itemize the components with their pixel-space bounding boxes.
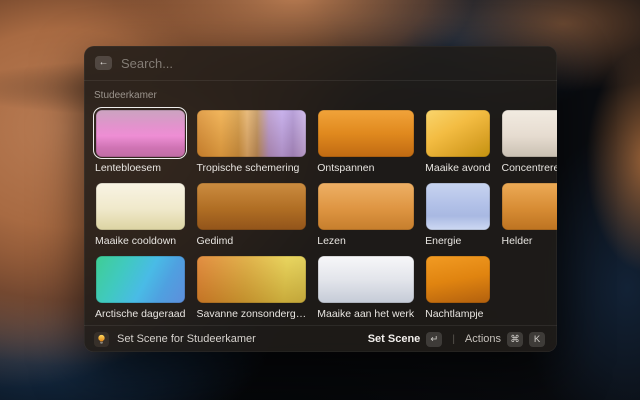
scene-label: Gedimd xyxy=(196,235,306,247)
scene-thumbnail xyxy=(197,183,306,230)
scene-card[interactable]: Maaike avond xyxy=(423,107,492,176)
action-bar: Set Scene for Studeerkamer Set Scene ↵ |… xyxy=(84,325,557,352)
scene-thumbnail xyxy=(502,183,557,230)
scene-card[interactable]: Gedimd xyxy=(194,180,308,249)
scene-selection-ring xyxy=(315,107,416,159)
scene-thumbnail xyxy=(426,183,490,230)
scene-thumbnail xyxy=(502,110,557,157)
scene-picker-window: ← Studeerkamer Lentebloesem Tropische sc… xyxy=(84,46,557,352)
scene-card[interactable]: Savanne zonsonderg… xyxy=(194,253,308,322)
scene-card[interactable]: Maaike cooldown xyxy=(93,180,187,249)
scene-selection-ring xyxy=(315,180,416,232)
actions-button[interactable]: Actions ⌘ K xyxy=(463,330,547,349)
search-input[interactable] xyxy=(121,56,546,71)
scene-selection-ring xyxy=(93,180,187,232)
scene-selection-ring xyxy=(194,180,308,232)
scene-card[interactable]: Energie xyxy=(423,180,492,249)
scene-selection-ring xyxy=(423,253,492,305)
scene-label: Ontspannen xyxy=(317,162,414,174)
scene-card[interactable]: Maaike aan het werk xyxy=(315,253,416,322)
scene-card[interactable]: Tropische schemering xyxy=(194,107,308,176)
scene-thumbnail xyxy=(96,183,185,230)
return-key-icon: ↵ xyxy=(426,332,442,347)
scene-card[interactable]: Helder xyxy=(500,180,558,249)
scene-label: Maaike avond xyxy=(425,162,490,174)
scene-label: Tropische schemering xyxy=(196,162,306,174)
scene-thumbnail xyxy=(318,183,414,230)
scene-selection-ring xyxy=(315,253,416,305)
scene-selection-ring xyxy=(423,107,492,159)
section-title: Studeerkamer xyxy=(94,90,547,101)
scene-card[interactable]: Concentreren xyxy=(500,107,558,176)
scene-selection-ring xyxy=(423,180,492,232)
actions-label: Actions xyxy=(465,333,501,345)
scene-label: Concentreren xyxy=(502,162,558,174)
scene-label: Lentebloesem xyxy=(95,162,185,174)
scene-selection-ring xyxy=(500,107,558,159)
scene-card[interactable]: Ontspannen xyxy=(315,107,416,176)
scene-thumbnail xyxy=(318,256,414,303)
scene-selection-ring xyxy=(194,107,308,159)
scene-selection-ring xyxy=(194,253,308,305)
command-key-icon: ⌘ xyxy=(507,332,523,347)
scene-label: Maaike cooldown xyxy=(95,235,185,247)
scene-thumbnail xyxy=(197,256,306,303)
scene-card[interactable]: Lentebloesem xyxy=(93,107,187,176)
scene-thumbnail xyxy=(96,110,185,157)
scene-card[interactable]: Nachtlampje xyxy=(423,253,492,322)
set-scene-button[interactable]: Set Scene ↵ xyxy=(366,330,445,349)
scene-thumbnail xyxy=(96,256,185,303)
results-area: Studeerkamer Lentebloesem Tropische sche… xyxy=(84,81,557,325)
scene-selection-ring xyxy=(93,253,187,305)
scene-thumbnail xyxy=(197,110,306,157)
scene-card[interactable]: Lezen xyxy=(315,180,416,249)
scene-label: Energie xyxy=(425,235,490,247)
scene-thumbnail xyxy=(426,110,490,157)
scene-label: Nachtlampje xyxy=(425,308,490,320)
search-bar: ← xyxy=(84,46,557,81)
lightbulb-icon xyxy=(94,332,109,347)
arrow-left-icon: ← xyxy=(99,56,109,70)
scene-grid: Lentebloesem Tropische schemering Ontspa… xyxy=(93,107,548,322)
scene-label: Arctische dageraad xyxy=(95,308,185,320)
footer-divider: | xyxy=(452,334,455,345)
scene-selection-ring xyxy=(93,107,187,159)
scene-card[interactable]: Arctische dageraad xyxy=(93,253,187,322)
scene-thumbnail xyxy=(318,110,414,157)
k-key-icon: K xyxy=(529,332,545,347)
status-text: Set Scene for Studeerkamer xyxy=(117,333,256,345)
scene-label: Maaike aan het werk xyxy=(317,308,414,320)
scene-selection-ring xyxy=(500,180,558,232)
back-button[interactable]: ← xyxy=(95,56,112,70)
scene-label: Helder xyxy=(502,235,558,247)
scene-label: Savanne zonsonderg… xyxy=(196,308,306,320)
scene-thumbnail xyxy=(426,256,490,303)
scene-label: Lezen xyxy=(317,235,414,247)
set-scene-label: Set Scene xyxy=(368,333,421,345)
